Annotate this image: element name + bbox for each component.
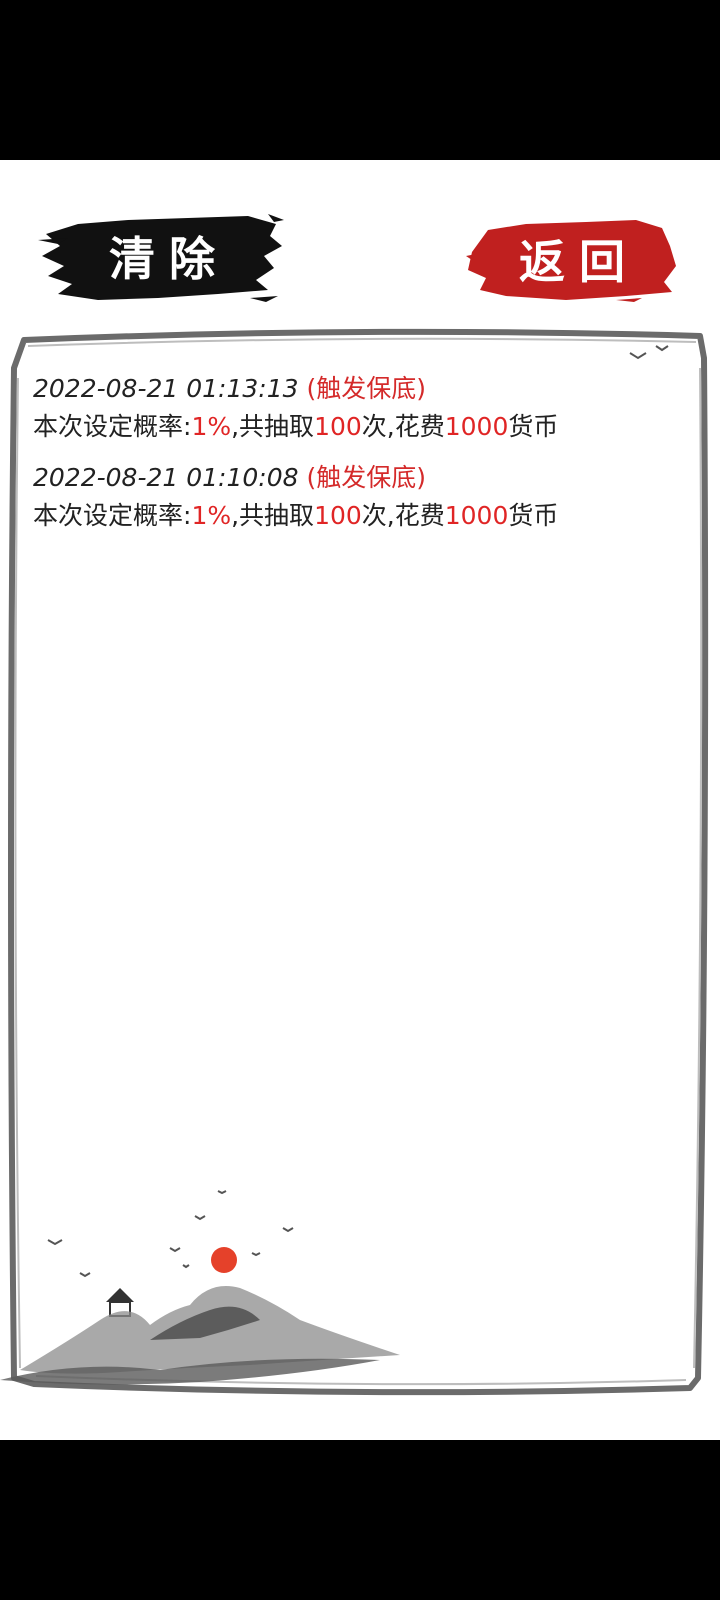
record-list: 2022-08-21 01:13:13 (触发保底) 本次设定概率:1%,共抽取… <box>33 370 653 548</box>
birds-icon <box>47 1190 294 1278</box>
ink-mountains-icon <box>0 1286 400 1385</box>
detail-suffix: 货币 <box>508 501 559 530</box>
record-detail: 本次设定概率:1%,共抽取100次,花费1000货币 <box>33 408 653 446</box>
detail-count: 100 <box>314 412 362 441</box>
detail-mid2: 次,花费 <box>361 412 445 441</box>
clear-button-label: 清除 <box>109 232 229 286</box>
record-header: 2022-08-21 01:13:13 (触发保底) <box>33 370 653 408</box>
back-button-label: 返回 <box>519 235 639 289</box>
record-item: 2022-08-21 01:13:13 (触发保底) 本次设定概率:1%,共抽取… <box>33 370 653 446</box>
red-sun-icon <box>211 1247 237 1273</box>
record-timestamp: 2022-08-21 01:13:13 <box>33 374 299 403</box>
detail-cost: 1000 <box>444 501 509 530</box>
detail-count: 100 <box>314 501 362 530</box>
detail-prefix: 本次设定概率: <box>33 501 192 530</box>
detail-mid2: 次,花费 <box>361 501 445 530</box>
app-screen: 清除 返回 2022-08-21 01:13:13 (触发保底) 本次设定概率:… <box>0 160 720 1440</box>
detail-rate: 1% <box>191 412 232 441</box>
record-detail: 本次设定概率:1%,共抽取100次,花费1000货币 <box>33 497 653 535</box>
detail-cost: 1000 <box>444 412 509 441</box>
record-header: 2022-08-21 01:10:08 (触发保底) <box>33 459 653 497</box>
record-tag: (触发保底) <box>306 463 426 492</box>
record-item: 2022-08-21 01:10:08 (触发保底) 本次设定概率:1%,共抽取… <box>33 459 653 535</box>
detail-rate: 1% <box>191 501 232 530</box>
detail-suffix: 货币 <box>508 412 559 441</box>
detail-mid1: ,共抽取 <box>231 412 315 441</box>
ink-landscape-decoration <box>0 1190 400 1385</box>
detail-mid1: ,共抽取 <box>231 501 315 530</box>
clear-button[interactable]: 清除 <box>38 210 286 302</box>
detail-prefix: 本次设定概率: <box>33 412 192 441</box>
record-timestamp: 2022-08-21 01:10:08 <box>33 463 299 492</box>
record-tag: (触发保底) <box>306 374 426 403</box>
back-button[interactable]: 返回 <box>466 216 678 302</box>
